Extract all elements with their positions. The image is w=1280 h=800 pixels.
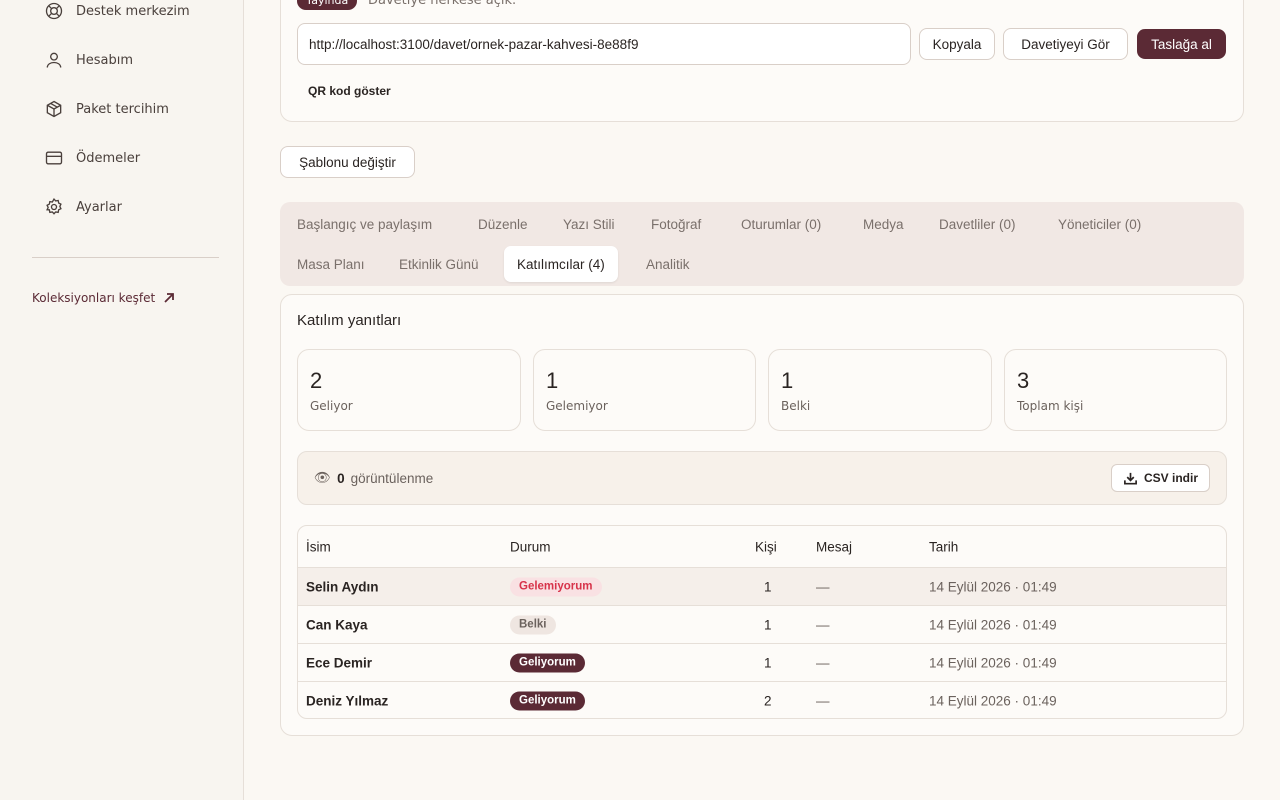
tab-analytics[interactable]: Analitik bbox=[633, 246, 703, 282]
tab-seating-plan[interactable]: Masa Planı bbox=[284, 246, 378, 282]
tab-photo[interactable]: Fotoğraf bbox=[638, 206, 714, 242]
sidebar-divider bbox=[32, 257, 219, 258]
column-header-date[interactable]: Tarih bbox=[929, 539, 958, 554]
package-icon bbox=[46, 100, 62, 118]
participants-table: İsim Durum Kişi Mesaj Tarih Selin Aydın … bbox=[297, 525, 1227, 719]
sidebar-item-support[interactable]: Destek merkezim bbox=[44, 0, 190, 22]
sidebar: Destek merkezim Hesabım Paket tercihim Ö… bbox=[0, 0, 244, 800]
participant-message: — bbox=[816, 579, 830, 594]
views-label: görüntülenme bbox=[350, 470, 434, 486]
sidebar-item-label: Destek merkezim bbox=[76, 3, 190, 19]
sidebar-item-payments[interactable]: Ödemeler bbox=[44, 147, 140, 169]
show-qr-button[interactable]: QR kod göster bbox=[308, 84, 391, 98]
table-row[interactable]: Deniz Yılmaz Geliyorum 2 — 14 Eylül 2026… bbox=[298, 681, 1226, 718]
status-badge: Belki bbox=[510, 615, 556, 634]
participant-count: 1 bbox=[764, 655, 772, 670]
sidebar-item-label: Ayarlar bbox=[76, 199, 122, 215]
sidebar-item-package[interactable]: Paket tercihim bbox=[44, 98, 169, 120]
participant-date: 14 Eylül 2026 · 01:49 bbox=[929, 579, 1057, 594]
stat-label: Toplam kişi bbox=[1017, 399, 1084, 413]
tab-participants[interactable]: Katılımcılar (4) bbox=[504, 246, 618, 282]
participant-name: Can Kaya bbox=[306, 617, 368, 632]
views-summary: 👁 0 görüntülenme CSV indir bbox=[297, 451, 1227, 505]
unpublish-button[interactable]: Taslağa al bbox=[1137, 29, 1226, 59]
stat-card-coming: 2 Geliyor bbox=[297, 349, 521, 431]
sidebar-item-label: Hesabım bbox=[76, 52, 134, 68]
invite-url-field[interactable] bbox=[297, 23, 911, 65]
download-icon bbox=[1124, 472, 1137, 484]
participant-date: 14 Eylül 2026 · 01:49 bbox=[929, 655, 1057, 670]
stat-label: Belki bbox=[781, 399, 811, 413]
stat-card-not-coming: 1 Gelemiyor bbox=[533, 349, 756, 431]
status-badge: Geliyorum bbox=[510, 653, 585, 672]
stat-card-total: 3 Toplam kişi bbox=[1004, 349, 1227, 431]
participant-name: Selin Aydın bbox=[306, 579, 379, 594]
tab-sessions[interactable]: Oturumlar (0) bbox=[728, 206, 834, 242]
column-header-name[interactable]: İsim bbox=[306, 539, 331, 554]
tab-start-share[interactable]: Başlangıç ve paylaşım bbox=[284, 206, 445, 242]
stat-value: 1 bbox=[781, 368, 794, 393]
views-text: 👁 0 görüntülenme bbox=[314, 470, 433, 486]
stat-label: Gelemiyor bbox=[546, 399, 608, 413]
table-header: İsim Durum Kişi Mesaj Tarih bbox=[298, 526, 1226, 567]
participant-name: Ece Demir bbox=[306, 655, 373, 670]
participant-count: 1 bbox=[764, 617, 772, 632]
tab-text-style[interactable]: Yazı Stili bbox=[550, 206, 628, 242]
explore-collections-link[interactable]: Koleksiyonları keşfet bbox=[32, 291, 175, 305]
participant-message: — bbox=[816, 655, 830, 670]
participant-message: — bbox=[816, 617, 830, 632]
participant-count: 2 bbox=[764, 693, 772, 708]
sidebar-item-account[interactable]: Hesabım bbox=[44, 49, 133, 71]
status-badge: Yayında bbox=[297, 0, 358, 10]
copy-button[interactable]: Kopyala bbox=[919, 28, 995, 60]
tab-media[interactable]: Medya bbox=[850, 206, 917, 242]
explore-link-label: Koleksiyonları keşfet bbox=[32, 291, 156, 305]
participant-message: — bbox=[816, 693, 830, 708]
participant-count: 1 bbox=[764, 579, 772, 594]
column-header-count[interactable]: Kişi bbox=[755, 539, 777, 554]
table-row[interactable]: Can Kaya Belki 1 — 14 Eylül 2026 · 01:49 bbox=[298, 605, 1226, 643]
sidebar-item-label: Paket tercihim bbox=[76, 101, 169, 117]
change-template-button[interactable]: Şablonu değiştir bbox=[280, 146, 415, 178]
tab-edit[interactable]: Düzenle bbox=[465, 206, 541, 242]
stat-value: 3 bbox=[1017, 368, 1030, 393]
panel-title: Katılım yanıtları bbox=[297, 312, 402, 329]
stat-card-maybe: 1 Belki bbox=[768, 349, 992, 431]
participant-name: Deniz Yılmaz bbox=[306, 693, 389, 708]
eye-icon: 👁 bbox=[314, 470, 332, 485]
tab-admins[interactable]: Yöneticiler (0) bbox=[1045, 206, 1154, 242]
user-icon bbox=[46, 52, 62, 68]
lifebuoy-icon bbox=[45, 2, 63, 20]
participant-date: 14 Eylül 2026 · 01:49 bbox=[929, 617, 1057, 632]
csv-download-button[interactable]: CSV indir bbox=[1110, 464, 1210, 492]
tab-event-day[interactable]: Etkinlik Günü bbox=[386, 246, 492, 282]
stat-label: Geliyor bbox=[310, 399, 353, 413]
table-row[interactable]: Selin Aydın Gelemiyorum 1 — 14 Eylül 202… bbox=[298, 567, 1226, 605]
gear-icon bbox=[46, 197, 62, 215]
stat-value: 1 bbox=[546, 368, 559, 393]
status-text: Davetiye herkese açık. bbox=[368, 0, 517, 8]
status-badge: Geliyorum bbox=[510, 691, 585, 710]
status-badge: Gelemiyorum bbox=[510, 577, 602, 596]
sidebar-item-label: Ödemeler bbox=[76, 150, 141, 166]
view-invite-button[interactable]: Davetiyeyi Gör bbox=[1003, 28, 1128, 60]
stat-value: 2 bbox=[310, 368, 323, 393]
sidebar-item-settings[interactable]: Ayarlar bbox=[44, 196, 122, 218]
participant-date: 14 Eylül 2026 · 01:49 bbox=[929, 693, 1057, 708]
views-count: 0 bbox=[337, 470, 345, 486]
credit-card-icon bbox=[45, 151, 63, 165]
arrow-up-right-icon bbox=[164, 293, 175, 303]
tab-invitees[interactable]: Davetliler (0) bbox=[926, 206, 1029, 242]
column-header-message[interactable]: Mesaj bbox=[816, 539, 852, 554]
column-header-status[interactable]: Durum bbox=[510, 539, 551, 554]
table-row[interactable]: Ece Demir Geliyorum 1 — 14 Eylül 2026 · … bbox=[298, 643, 1226, 681]
csv-label: CSV indir bbox=[1143, 471, 1198, 485]
